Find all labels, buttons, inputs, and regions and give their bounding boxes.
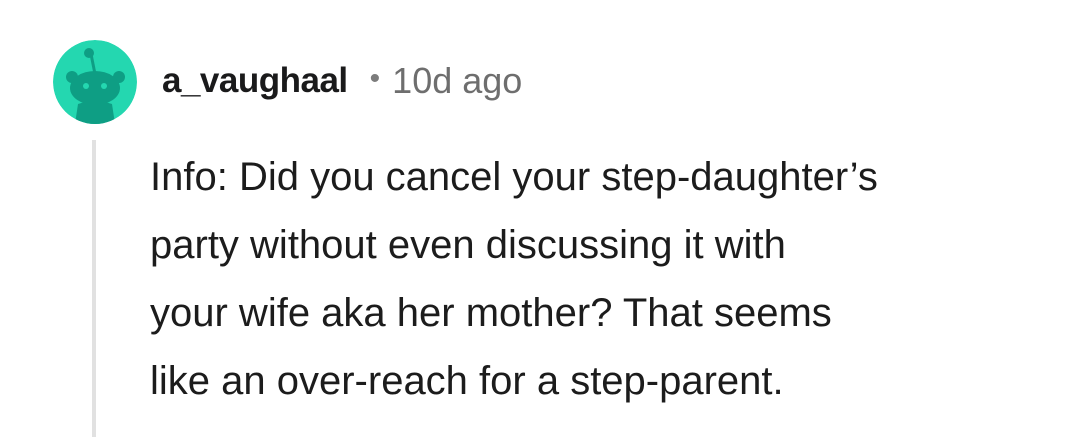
user-avatar[interactable] — [53, 40, 137, 124]
comment-body: Info: Did you cancel your step-daughter’… — [150, 143, 1055, 415]
comment-header: a_vaughaal • 10d ago — [162, 56, 522, 106]
comment-body-line: like an over-reach for a step-parent. — [150, 359, 784, 403]
comment-timestamp: 10d ago — [392, 60, 523, 101]
username-link[interactable]: a_vaughaal — [162, 61, 348, 101]
thread-collapse-line[interactable] — [92, 140, 96, 437]
comment: a_vaughaal • 10d ago Info: Did you cance… — [0, 0, 1080, 437]
comment-body-line: Info: Did you cancel your step-daughter’… — [150, 155, 878, 199]
snoo-avatar-icon — [53, 40, 137, 124]
comment-body-line: your wife aka her mother? That seems — [150, 291, 832, 335]
comment-body-line: party without even discussing it with — [150, 223, 786, 267]
separator-dot: • — [369, 62, 381, 95]
